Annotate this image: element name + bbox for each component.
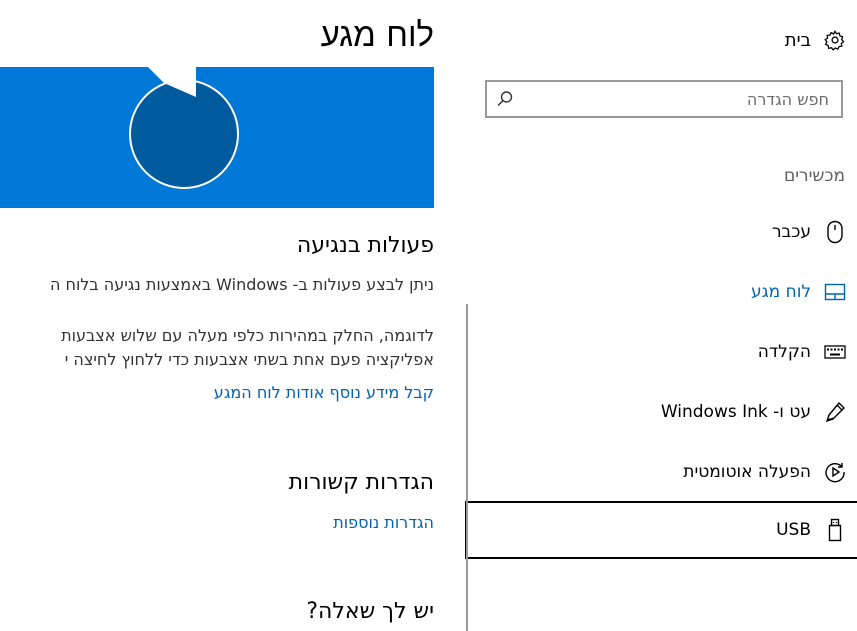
- sidebar-item-label: USB: [776, 520, 811, 540]
- pen-icon: [823, 400, 847, 424]
- nav-home[interactable]: בית: [785, 26, 847, 54]
- touchpad-illustration: [0, 67, 434, 208]
- gear-icon: [823, 28, 847, 52]
- settings-search-box[interactable]: [485, 80, 843, 118]
- sidebar-item-label: עכבר: [771, 222, 811, 242]
- gestures-description-line3: אפליקציה פעם אחת בשתי אצבעות כדי ללחוץ ל…: [64, 350, 434, 369]
- sidebar-item-label: עט ו- Windows Ink: [660, 402, 811, 422]
- section-label-devices: מכשירים: [783, 166, 845, 186]
- sidebar-item-label: הפעלה אוטומטית: [683, 462, 811, 482]
- sidebar-item-label: הקלדה: [757, 342, 811, 362]
- search-icon[interactable]: [495, 89, 515, 109]
- gestures-description-line1: ניתן לבצע פעולות ב- Windows באמצעות נגיע…: [49, 275, 434, 294]
- keyboard-icon: [823, 340, 847, 364]
- sidebar-item-typing[interactable]: הקלדה: [465, 323, 857, 381]
- usb-icon: [823, 518, 847, 542]
- sidebar-item-label: לוח מגע: [751, 282, 811, 302]
- sidebar-item-autoplay[interactable]: הפעלה אוטומטית: [465, 443, 857, 501]
- autoplay-icon: [823, 460, 847, 484]
- question-heading: יש לך שאלה?: [306, 599, 434, 624]
- nav-home-label: בית: [784, 29, 811, 51]
- gestures-heading: פעולות בנגיעה: [296, 233, 434, 258]
- sidebar-item-touchpad[interactable]: לוח מגע: [465, 263, 857, 321]
- gestures-description-line2: לדוגמה, החלק במהירות כלפי מעלה עם שלוש א…: [61, 326, 434, 345]
- pane-divider: [466, 304, 468, 631]
- touchpad-icon: [823, 280, 847, 304]
- additional-settings-link[interactable]: הגדרות נוספות: [333, 513, 434, 532]
- search-input[interactable]: [487, 82, 841, 116]
- sidebar-item-pen-windows-ink[interactable]: עט ו- Windows Ink: [465, 383, 857, 441]
- related-settings-heading: הגדרות קשורות: [288, 470, 434, 495]
- sidebar-item-usb[interactable]: USB: [465, 501, 857, 559]
- mouse-icon: [823, 220, 847, 244]
- page-title: לוח מגע: [320, 15, 434, 54]
- sidebar-item-mouse[interactable]: עכבר: [465, 203, 857, 261]
- touchpad-info-link[interactable]: קבל מידע נוסף אודות לוח המגע: [214, 383, 434, 402]
